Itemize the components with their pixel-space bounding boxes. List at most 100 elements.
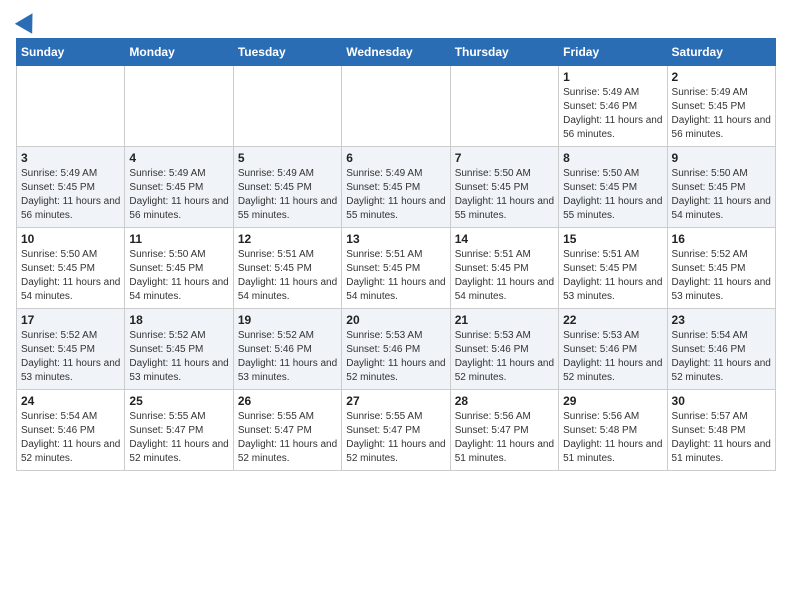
day-info: Sunrise: 5:50 AMSunset: 5:45 PMDaylight:… xyxy=(129,248,228,304)
day-info: Sunrise: 5:49 AMSunset: 5:45 PMDaylight:… xyxy=(672,86,771,142)
day-number: 8 xyxy=(563,151,662,165)
day-info: Sunrise: 5:52 AMSunset: 5:45 PMDaylight:… xyxy=(21,329,120,385)
weekday-header: Saturday xyxy=(667,39,775,66)
day-info: Sunrise: 5:54 AMSunset: 5:46 PMDaylight:… xyxy=(21,410,120,466)
calendar-cell: 19 Sunrise: 5:52 AMSunset: 5:46 PMDayligh… xyxy=(233,309,341,390)
calendar-cell: 15 Sunrise: 5:51 AMSunset: 5:45 PMDayligh… xyxy=(559,228,667,309)
day-info: Sunrise: 5:55 AMSunset: 5:47 PMDaylight:… xyxy=(238,410,337,466)
weekday-header: Sunday xyxy=(17,39,125,66)
day-number: 2 xyxy=(672,70,771,84)
calendar-cell: 7 Sunrise: 5:50 AMSunset: 5:45 PMDaylight… xyxy=(450,147,558,228)
day-number: 3 xyxy=(21,151,120,165)
day-info: Sunrise: 5:49 AMSunset: 5:45 PMDaylight:… xyxy=(238,167,337,223)
calendar-cell xyxy=(125,66,233,147)
calendar-cell: 12 Sunrise: 5:51 AMSunset: 5:45 PMDayligh… xyxy=(233,228,341,309)
day-info: Sunrise: 5:55 AMSunset: 5:47 PMDaylight:… xyxy=(346,410,445,466)
day-number: 6 xyxy=(346,151,445,165)
day-info: Sunrise: 5:51 AMSunset: 5:45 PMDaylight:… xyxy=(563,248,662,304)
day-number: 5 xyxy=(238,151,337,165)
day-info: Sunrise: 5:51 AMSunset: 5:45 PMDaylight:… xyxy=(346,248,445,304)
day-info: Sunrise: 5:56 AMSunset: 5:48 PMDaylight:… xyxy=(563,410,662,466)
day-number: 18 xyxy=(129,313,228,327)
calendar-cell: 1 Sunrise: 5:49 AMSunset: 5:46 PMDaylight… xyxy=(559,66,667,147)
calendar-cell: 5 Sunrise: 5:49 AMSunset: 5:45 PMDaylight… xyxy=(233,147,341,228)
day-number: 9 xyxy=(672,151,771,165)
day-info: Sunrise: 5:49 AMSunset: 5:46 PMDaylight:… xyxy=(563,86,662,142)
day-info: Sunrise: 5:50 AMSunset: 5:45 PMDaylight:… xyxy=(21,248,120,304)
logo-triangle-icon xyxy=(15,8,41,34)
calendar-cell: 20 Sunrise: 5:53 AMSunset: 5:46 PMDayligh… xyxy=(342,309,450,390)
calendar-cell: 24 Sunrise: 5:54 AMSunset: 5:46 PMDayligh… xyxy=(17,390,125,471)
page-header xyxy=(16,16,776,30)
day-number: 27 xyxy=(346,394,445,408)
day-number: 26 xyxy=(238,394,337,408)
day-info: Sunrise: 5:52 AMSunset: 5:45 PMDaylight:… xyxy=(672,248,771,304)
logo xyxy=(16,16,38,30)
day-info: Sunrise: 5:55 AMSunset: 5:47 PMDaylight:… xyxy=(129,410,228,466)
calendar-cell xyxy=(233,66,341,147)
calendar-cell: 3 Sunrise: 5:49 AMSunset: 5:45 PMDaylight… xyxy=(17,147,125,228)
day-number: 28 xyxy=(455,394,554,408)
calendar-cell: 30 Sunrise: 5:57 AMSunset: 5:48 PMDayligh… xyxy=(667,390,775,471)
calendar-cell: 14 Sunrise: 5:51 AMSunset: 5:45 PMDayligh… xyxy=(450,228,558,309)
day-number: 22 xyxy=(563,313,662,327)
calendar-cell: 17 Sunrise: 5:52 AMSunset: 5:45 PMDayligh… xyxy=(17,309,125,390)
day-number: 11 xyxy=(129,232,228,246)
calendar-cell xyxy=(450,66,558,147)
weekday-header: Monday xyxy=(125,39,233,66)
calendar-week-row: 3 Sunrise: 5:49 AMSunset: 5:45 PMDaylight… xyxy=(17,147,776,228)
calendar-cell: 10 Sunrise: 5:50 AMSunset: 5:45 PMDayligh… xyxy=(17,228,125,309)
day-info: Sunrise: 5:52 AMSunset: 5:45 PMDaylight:… xyxy=(129,329,228,385)
calendar-header-row: SundayMondayTuesdayWednesdayThursdayFrid… xyxy=(17,39,776,66)
calendar-week-row: 10 Sunrise: 5:50 AMSunset: 5:45 PMDayligh… xyxy=(17,228,776,309)
calendar-table: SundayMondayTuesdayWednesdayThursdayFrid… xyxy=(16,38,776,471)
day-number: 21 xyxy=(455,313,554,327)
calendar-cell: 16 Sunrise: 5:52 AMSunset: 5:45 PMDayligh… xyxy=(667,228,775,309)
day-number: 24 xyxy=(21,394,120,408)
day-number: 1 xyxy=(563,70,662,84)
day-number: 7 xyxy=(455,151,554,165)
day-info: Sunrise: 5:49 AMSunset: 5:45 PMDaylight:… xyxy=(346,167,445,223)
day-info: Sunrise: 5:53 AMSunset: 5:46 PMDaylight:… xyxy=(346,329,445,385)
day-info: Sunrise: 5:56 AMSunset: 5:47 PMDaylight:… xyxy=(455,410,554,466)
calendar-cell: 6 Sunrise: 5:49 AMSunset: 5:45 PMDaylight… xyxy=(342,147,450,228)
day-info: Sunrise: 5:57 AMSunset: 5:48 PMDaylight:… xyxy=(672,410,771,466)
day-number: 14 xyxy=(455,232,554,246)
day-info: Sunrise: 5:49 AMSunset: 5:45 PMDaylight:… xyxy=(21,167,120,223)
day-info: Sunrise: 5:52 AMSunset: 5:46 PMDaylight:… xyxy=(238,329,337,385)
day-number: 20 xyxy=(346,313,445,327)
calendar-cell: 26 Sunrise: 5:55 AMSunset: 5:47 PMDayligh… xyxy=(233,390,341,471)
day-number: 29 xyxy=(563,394,662,408)
calendar-cell: 27 Sunrise: 5:55 AMSunset: 5:47 PMDayligh… xyxy=(342,390,450,471)
day-number: 12 xyxy=(238,232,337,246)
calendar-cell: 28 Sunrise: 5:56 AMSunset: 5:47 PMDayligh… xyxy=(450,390,558,471)
calendar-week-row: 24 Sunrise: 5:54 AMSunset: 5:46 PMDayligh… xyxy=(17,390,776,471)
day-info: Sunrise: 5:54 AMSunset: 5:46 PMDaylight:… xyxy=(672,329,771,385)
calendar-cell xyxy=(342,66,450,147)
calendar-cell: 8 Sunrise: 5:50 AMSunset: 5:45 PMDaylight… xyxy=(559,147,667,228)
day-number: 17 xyxy=(21,313,120,327)
day-info: Sunrise: 5:50 AMSunset: 5:45 PMDaylight:… xyxy=(455,167,554,223)
day-number: 4 xyxy=(129,151,228,165)
day-number: 10 xyxy=(21,232,120,246)
weekday-header: Thursday xyxy=(450,39,558,66)
day-info: Sunrise: 5:51 AMSunset: 5:45 PMDaylight:… xyxy=(455,248,554,304)
day-number: 15 xyxy=(563,232,662,246)
day-info: Sunrise: 5:53 AMSunset: 5:46 PMDaylight:… xyxy=(455,329,554,385)
calendar-cell: 13 Sunrise: 5:51 AMSunset: 5:45 PMDayligh… xyxy=(342,228,450,309)
day-info: Sunrise: 5:49 AMSunset: 5:45 PMDaylight:… xyxy=(129,167,228,223)
calendar-cell: 2 Sunrise: 5:49 AMSunset: 5:45 PMDaylight… xyxy=(667,66,775,147)
day-number: 19 xyxy=(238,313,337,327)
day-number: 16 xyxy=(672,232,771,246)
weekday-header: Tuesday xyxy=(233,39,341,66)
day-number: 30 xyxy=(672,394,771,408)
day-number: 25 xyxy=(129,394,228,408)
day-number: 13 xyxy=(346,232,445,246)
day-info: Sunrise: 5:51 AMSunset: 5:45 PMDaylight:… xyxy=(238,248,337,304)
calendar-cell: 22Sunrise: 5:53 AMSunset: 5:46 PMDayligh… xyxy=(559,309,667,390)
day-info: Sunrise: 5:50 AMSunset: 5:45 PMDaylight:… xyxy=(563,167,662,223)
calendar-cell: 25 Sunrise: 5:55 AMSunset: 5:47 PMDayligh… xyxy=(125,390,233,471)
calendar-cell: 11 Sunrise: 5:50 AMSunset: 5:45 PMDayligh… xyxy=(125,228,233,309)
calendar-cell: 21 Sunrise: 5:53 AMSunset: 5:46 PMDayligh… xyxy=(450,309,558,390)
day-info: Sunrise: 5:50 AMSunset: 5:45 PMDaylight:… xyxy=(672,167,771,223)
